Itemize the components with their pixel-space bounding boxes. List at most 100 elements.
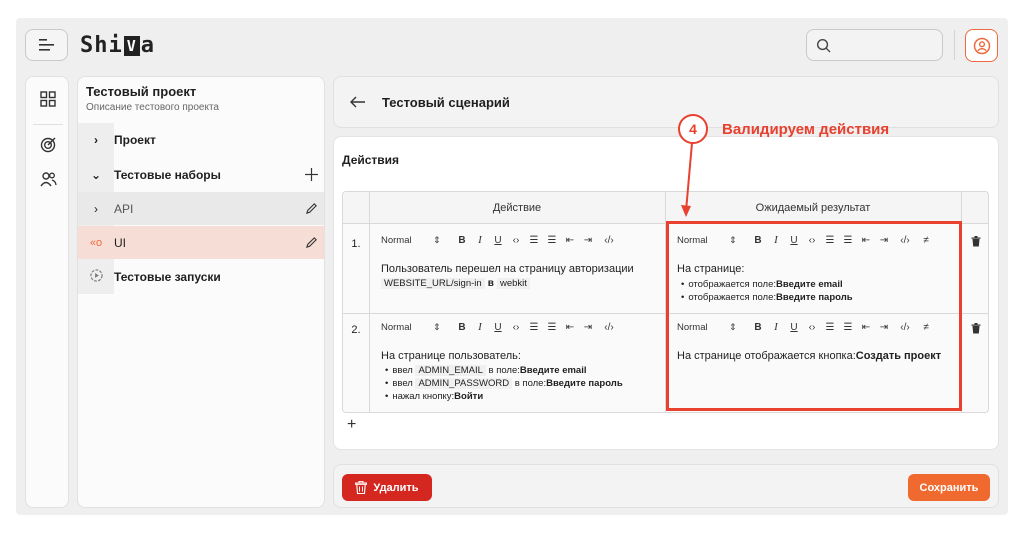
bullet-list-icon[interactable]: ☰ — [543, 322, 561, 333]
bold-button[interactable]: B — [749, 235, 767, 246]
underline-button[interactable]: U — [785, 235, 803, 246]
add-step-button[interactable]: + — [347, 416, 356, 434]
ordered-list-icon[interactable]: ☰ — [821, 235, 839, 246]
project-tree: Тестовый проект Описание тестового проек… — [77, 76, 325, 508]
target-icon[interactable] — [38, 135, 58, 155]
style-select[interactable]: Normal — [677, 322, 729, 333]
chevron-right-icon[interactable]: › — [78, 133, 114, 147]
chevron-updown-icon[interactable]: ⇕ — [433, 322, 453, 333]
table-divider — [665, 192, 666, 412]
bullet-list-icon[interactable]: ☰ — [839, 235, 857, 246]
tree-item-project[interactable]: › Проект — [78, 123, 324, 156]
step-expected-text[interactable]: На странице отображается кнопка:Создать … — [677, 349, 959, 363]
step-action-text[interactable]: Пользователь перешел на страницу авториз… — [381, 262, 661, 291]
bold-button[interactable]: B — [453, 235, 471, 246]
editor-toolbar[interactable]: Normal ⇕ B I U ‹› ☰ ☰ ⇤ ⇥ ‹/› ≠ — [677, 233, 935, 247]
table-divider — [343, 313, 988, 314]
search-input[interactable] — [837, 37, 937, 53]
chevron-left-icon[interactable]: «o — [78, 237, 114, 249]
profile-button[interactable] — [965, 29, 998, 62]
inline-code-button[interactable]: ‹› — [803, 322, 821, 333]
style-select[interactable]: Normal — [677, 235, 729, 246]
bold-button[interactable]: B — [749, 322, 767, 333]
outdent-icon[interactable]: ⇤ — [857, 235, 875, 246]
strikethrough-icon[interactable]: ≠ — [917, 235, 935, 246]
ordered-list-icon[interactable]: ☰ — [525, 235, 543, 246]
editor-toolbar[interactable]: Normal ⇕ B I U ‹› ☰ ☰ ⇤ ⇥ ‹/› ≠ — [677, 320, 935, 334]
edit-ui-button[interactable] — [296, 236, 324, 249]
chevron-updown-icon[interactable]: ⇕ — [433, 235, 453, 246]
underline-button[interactable]: U — [785, 322, 803, 333]
italic-button[interactable]: I — [471, 321, 489, 333]
search-box[interactable] — [806, 29, 943, 61]
chevron-down-icon[interactable]: ⌄ — [78, 168, 114, 182]
style-select[interactable]: Normal — [381, 235, 433, 246]
code-block-button[interactable]: ‹/› — [893, 322, 917, 333]
tree-item-api[interactable]: › API — [78, 192, 324, 225]
tree-item-ui[interactable]: «o UI — [78, 226, 324, 259]
editor-toolbar[interactable]: Normal ⇕ B I U ‹› ☰ ☰ ⇤ ⇥ ‹/› — [381, 320, 621, 334]
footer-bar: Удалить Сохранить — [333, 464, 999, 508]
list-item: ввел ADMIN_EMAIL в поле:Введите email — [385, 364, 623, 377]
save-button[interactable]: Сохранить — [908, 474, 990, 501]
delete-step-button[interactable] — [970, 322, 982, 334]
tree-item-test-suites[interactable]: ⌄ Тестовые наборы — [78, 158, 324, 191]
delete-button[interactable]: Удалить — [342, 474, 432, 501]
add-suite-button[interactable] — [296, 168, 324, 181]
indent-icon[interactable]: ⇥ — [875, 235, 893, 246]
code-block-button[interactable]: ‹/› — [893, 235, 917, 246]
inline-code-button[interactable]: ‹› — [507, 235, 525, 246]
scenario-header: Тестовый сценарий — [333, 76, 999, 128]
italic-button[interactable]: I — [767, 234, 785, 246]
italic-button[interactable]: I — [767, 321, 785, 333]
indent-icon[interactable]: ⇥ — [579, 322, 597, 333]
chevron-right-icon[interactable]: › — [78, 202, 114, 216]
indent-icon[interactable]: ⇥ — [875, 322, 893, 333]
table-divider — [369, 192, 370, 412]
ordered-list-icon[interactable]: ☰ — [525, 322, 543, 333]
list-item: ввел ADMIN_PASSWORD в поле:Введите парол… — [385, 377, 623, 390]
menu-toggle-button[interactable] — [25, 29, 68, 61]
outdent-icon[interactable]: ⇤ — [857, 322, 875, 333]
list-item: нажал кнопку:Войти — [385, 390, 623, 403]
bullet-list-icon[interactable]: ☰ — [543, 235, 561, 246]
step-action-text[interactable]: На странице пользователь: — [381, 349, 661, 363]
italic-button[interactable]: I — [471, 234, 489, 246]
annotation-arrow-icon — [681, 142, 693, 217]
indent-icon[interactable]: ⇥ — [579, 235, 597, 246]
trash-icon — [355, 481, 368, 494]
actions-card: Действия Действие Ожидаемый результат 1.… — [333, 136, 999, 450]
underline-button[interactable]: U — [489, 322, 507, 333]
project-subtitle: Описание тестового проекта — [86, 102, 219, 113]
annotation-label: Валидируем действия — [722, 121, 890, 138]
chevron-updown-icon[interactable]: ⇕ — [729, 322, 749, 333]
edit-api-button[interactable] — [296, 202, 324, 215]
bullet-list-icon[interactable]: ☰ — [839, 322, 857, 333]
back-button[interactable] — [334, 96, 382, 108]
tree-item-test-runs[interactable]: Тестовые запуски — [78, 260, 324, 293]
delete-step-button[interactable] — [970, 235, 982, 247]
inline-code-button[interactable]: ‹› — [507, 322, 525, 333]
code-block-button[interactable]: ‹/› — [597, 322, 621, 333]
grid-icon[interactable] — [38, 89, 58, 109]
underline-button[interactable]: U — [489, 235, 507, 246]
editor-toolbar[interactable]: Normal ⇕ B I U ‹› ☰ ☰ ⇤ ⇥ ‹/› — [381, 233, 621, 247]
code-block-button[interactable]: ‹/› — [597, 235, 621, 246]
users-icon[interactable] — [38, 169, 58, 189]
annotation-step-badge: 4 — [678, 114, 708, 144]
menu-icon — [38, 39, 54, 51]
delete-label: Удалить — [373, 481, 419, 494]
list-item: отображается поле:Введите email — [681, 278, 853, 291]
step-expected-text[interactable]: На странице: — [677, 262, 957, 276]
column-header-number — [343, 192, 369, 224]
outdent-icon[interactable]: ⇤ — [561, 322, 579, 333]
step-expected-list: отображается поле:Введите email отобража… — [681, 278, 853, 304]
ordered-list-icon[interactable]: ☰ — [821, 322, 839, 333]
style-select[interactable]: Normal — [381, 322, 433, 333]
trash-icon — [971, 322, 981, 333]
outdent-icon[interactable]: ⇤ — [561, 235, 579, 246]
strikethrough-icon[interactable]: ≠ — [917, 322, 935, 333]
bold-button[interactable]: B — [453, 322, 471, 333]
inline-code-button[interactable]: ‹› — [803, 235, 821, 246]
chevron-updown-icon[interactable]: ⇕ — [729, 235, 749, 246]
